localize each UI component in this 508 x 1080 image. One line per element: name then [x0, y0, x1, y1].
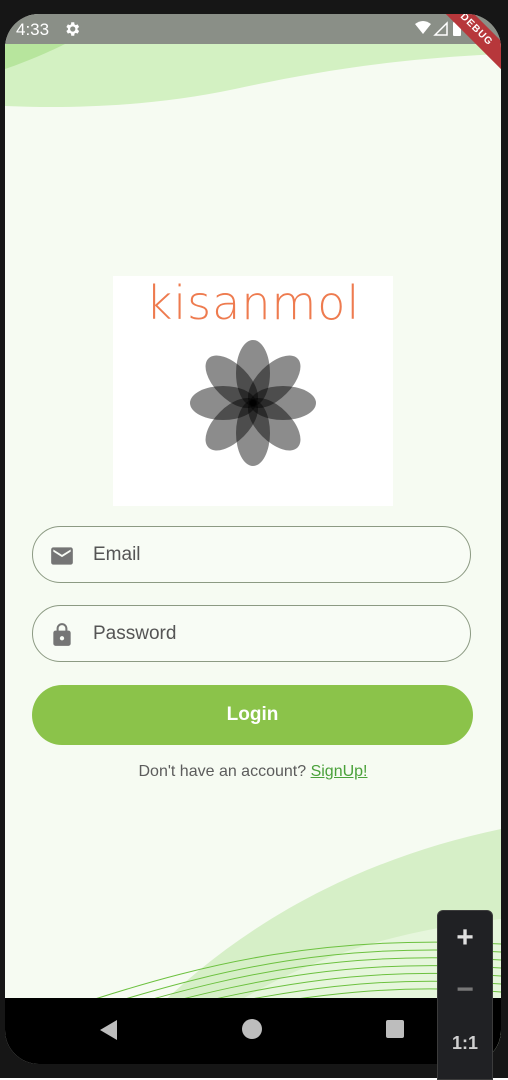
signup-link[interactable]: SignUp! — [311, 763, 368, 780]
zoom-in-button[interactable]: + — [438, 921, 492, 955]
logo-text: kisanmol — [145, 276, 361, 330]
zoom-reset-button[interactable]: 1:1 — [438, 1033, 492, 1054]
password-input[interactable] — [91, 618, 455, 650]
device-frame: 4:33 DEBUG kisanmol Email Login Don't ha… — [0, 0, 508, 1078]
lock-icon — [53, 623, 71, 646]
zoom-out-button[interactable]: − — [438, 973, 492, 1007]
status-time: 4:33 — [16, 20, 50, 39]
settings-gear-icon — [66, 22, 80, 36]
app-logo: kisanmol — [113, 276, 393, 506]
nav-back-icon[interactable] — [98, 1019, 120, 1041]
mail-icon — [51, 547, 73, 565]
status-bar: 4:33 DEBUG — [5, 14, 501, 76]
flower-logo-icon — [190, 340, 316, 466]
email-input[interactable] — [91, 539, 455, 571]
email-field[interactable] — [32, 526, 471, 583]
app-screen: 4:33 DEBUG kisanmol Email Login Don't ha… — [5, 14, 501, 1064]
wifi-icon — [415, 21, 431, 34]
password-field[interactable] — [32, 605, 471, 662]
signup-prompt: Don't have an account? — [138, 763, 307, 780]
nav-recents-icon[interactable] — [386, 1020, 404, 1038]
signup-row: Don't have an account? SignUp! — [5, 763, 501, 781]
android-nav-bar — [5, 998, 501, 1064]
login-button[interactable]: Login — [32, 685, 473, 745]
signal-icon — [433, 21, 448, 36]
nav-home-icon[interactable] — [242, 1019, 262, 1039]
emulator-zoom-controls: + − 1:1 — [437, 910, 493, 1080]
